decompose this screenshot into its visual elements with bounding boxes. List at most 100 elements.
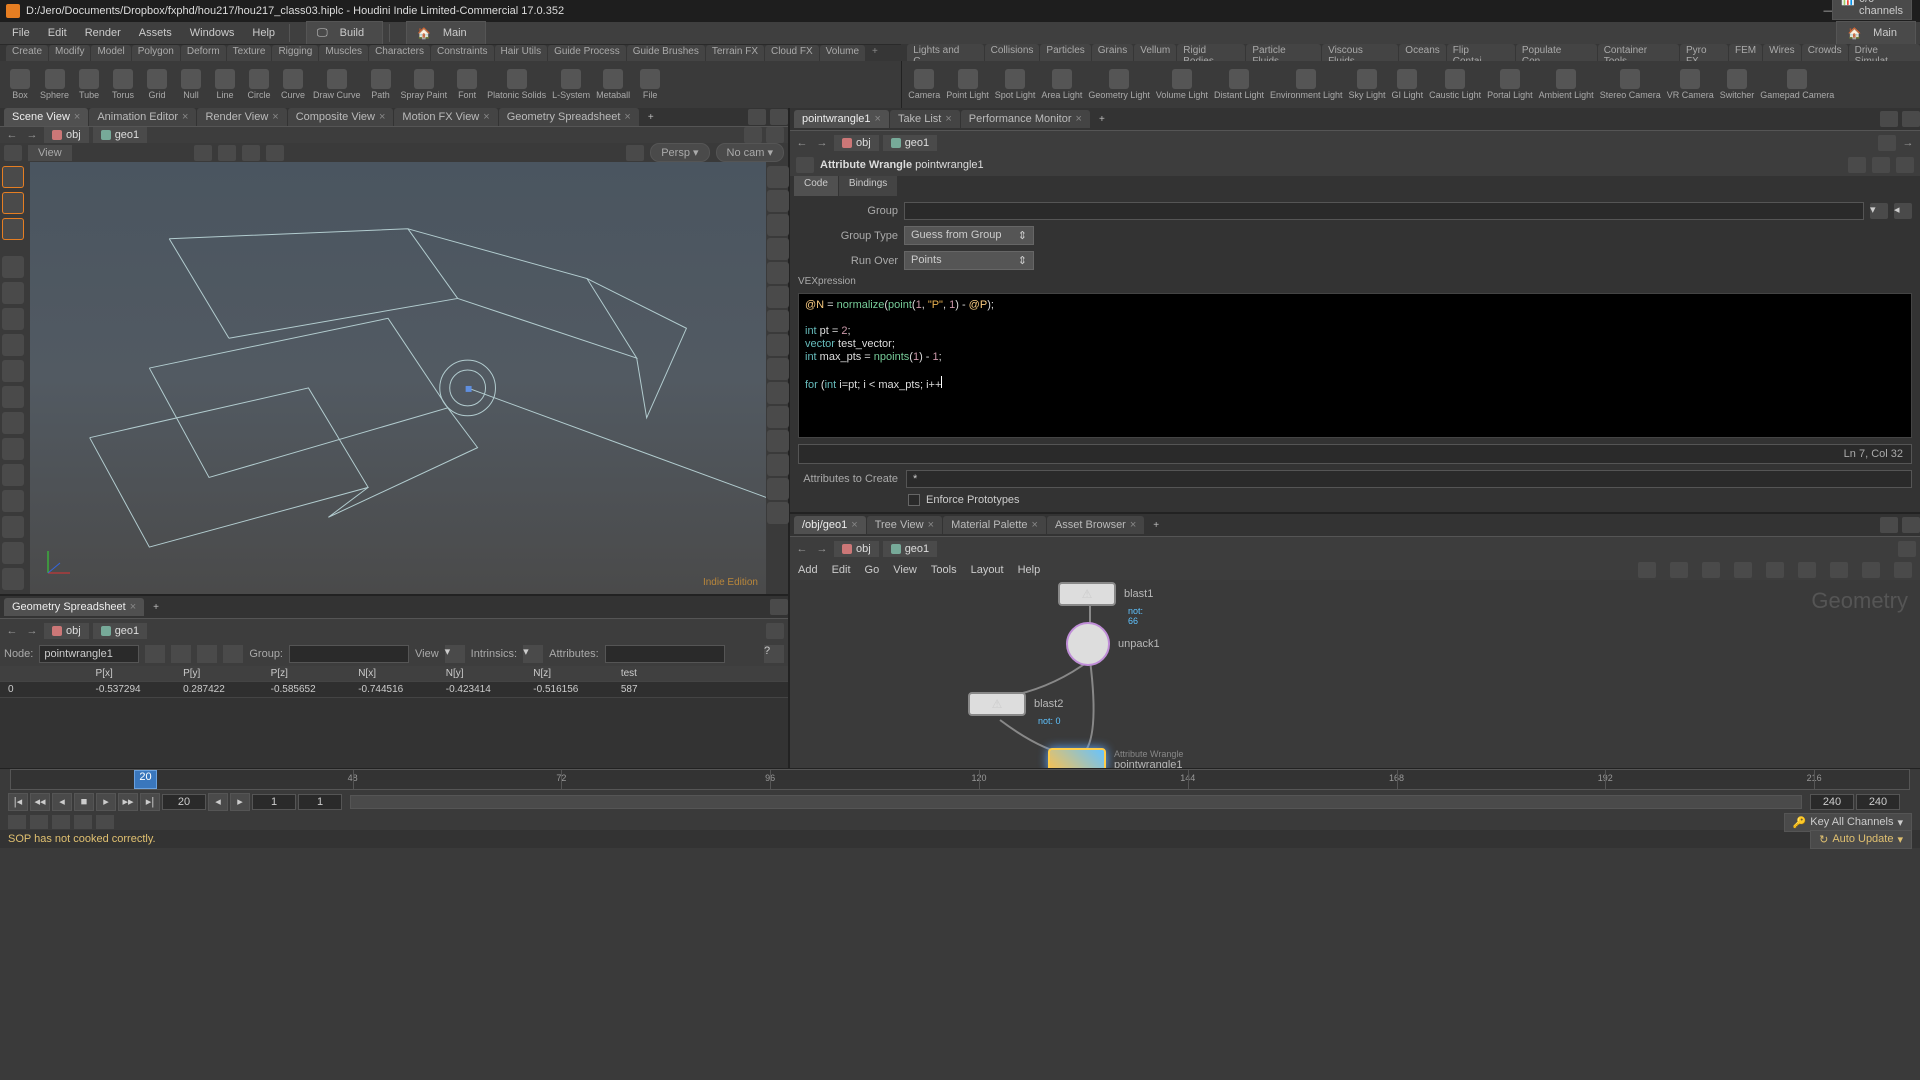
net-menu-add[interactable]: Add [798,564,818,576]
nav-fwd-icon[interactable]: → [814,135,830,151]
select-tool-icon[interactable] [2,218,24,240]
pin-icon[interactable] [766,623,784,639]
play-fwd-icon[interactable]: ▸ [96,793,116,811]
pane-layout-icon[interactable] [748,109,766,125]
net-tool-icon[interactable] [1638,562,1656,578]
tool-spotlight[interactable]: Spot Light [993,67,1038,102]
loop-icon[interactable] [30,815,48,829]
group-reselect-icon[interactable]: ◂ [1894,203,1912,219]
net-menu-tools[interactable]: Tools [931,564,957,576]
handle-icon[interactable] [266,145,284,161]
tool-geolight[interactable]: Geometry Light [1086,67,1152,102]
shelf-tab[interactable]: Pyro FX [1680,44,1728,61]
tab-pointwrangle[interactable]: pointwrangle1× [794,110,889,128]
net-menu-edit[interactable]: Edit [832,564,851,576]
tab-animeditor[interactable]: Animation Editor× [89,108,196,126]
tab-asset[interactable]: Asset Browser× [1047,516,1144,534]
auto-update-dropdown[interactable]: ↻Auto Update▾ [1810,830,1912,849]
node-blast1[interactable]: blast1 not: 66 [1058,582,1153,606]
tab-perfmon[interactable]: Performance Monitor× [961,110,1090,128]
tab-bindings[interactable]: Bindings [839,176,897,196]
menu-edit[interactable]: Edit [40,24,75,42]
shelf-tab[interactable]: Particles [1040,44,1090,61]
tool-gamepad[interactable]: Gamepad Camera [1758,67,1836,102]
tool-metaball[interactable]: Metaball [594,67,632,102]
range-start-inner[interactable] [298,794,342,810]
net-tool-icon[interactable] [1766,562,1784,578]
tool-portal[interactable]: Portal Light [1485,67,1535,102]
settings-icon[interactable] [96,815,114,829]
points-icon[interactable] [145,645,165,663]
handle-icon[interactable] [194,145,212,161]
tool-torus[interactable]: Torus [107,67,139,102]
tool-curve[interactable]: Curve [277,67,309,102]
tool-null[interactable]: Null [175,67,207,102]
col-test[interactable]: test [613,666,701,682]
prims-icon[interactable] [197,645,217,663]
shelf-tab[interactable]: Drive Simulat [1849,44,1920,61]
timeline-ruler[interactable]: 20 487296120144168192216 [10,769,1910,790]
net-menu-help[interactable]: Help [1018,564,1041,576]
tool-circle[interactable]: Circle [243,67,275,102]
gear-icon[interactable] [1848,157,1866,173]
shelf-tab[interactable]: Viscous Fluids [1322,44,1398,61]
node-unpack1[interactable]: unpack1 [1066,622,1160,666]
display-opt-icon[interactable] [767,166,789,188]
tool-stereo[interactable]: Stereo Camera [1598,67,1663,102]
step-fwd-icon[interactable]: ▸▸ [118,793,138,811]
spreadsheet-table[interactable]: P[x] P[y] P[z] N[x] N[y] N[z] test 0 -0.… [0,666,788,768]
menu-file[interactable]: File [4,24,38,42]
net-tool-icon[interactable] [1894,562,1912,578]
tool-font[interactable]: Font [451,67,483,102]
tool-skylight[interactable]: Sky Light [1347,67,1388,102]
pin-icon[interactable] [1898,541,1916,557]
verts-icon[interactable] [171,645,191,663]
col-pz[interactable]: P[z] [263,666,351,682]
net-tool-icon[interactable] [1862,562,1880,578]
display-opt-icon[interactable] [767,454,789,476]
jump-icon[interactable]: → [1900,135,1916,151]
tool-envlight[interactable]: Environment Light [1268,67,1345,102]
tab-sceneview[interactable]: Scene View× [4,108,88,126]
crumb-geo1[interactable]: geo1 [93,623,147,639]
play-back-icon[interactable]: ◂ [52,793,72,811]
nav-back-icon[interactable]: ← [794,541,810,557]
display-opt-icon[interactable] [767,262,789,284]
range-start[interactable] [252,794,296,810]
net-tool-icon[interactable] [1702,562,1720,578]
select-tool-icon[interactable] [2,192,24,214]
grouptype-dropdown[interactable]: Guess from Group⇕ [904,226,1034,245]
menu-render[interactable]: Render [77,24,129,42]
snap-tool-icon[interactable] [2,438,24,460]
nav-fwd-icon[interactable]: → [814,541,830,557]
crumb-obj[interactable]: obj [834,135,879,151]
tab-takelist[interactable]: Take List× [890,110,960,128]
desktop-build[interactable]: 🖵 Build [306,21,383,45]
tab-add[interactable]: + [640,109,662,126]
net-menu-view[interactable]: View [893,564,917,576]
tool-camera[interactable]: Camera [906,67,942,102]
current-frame-input[interactable] [162,794,206,810]
shelf-tab[interactable]: Polygon [132,45,180,61]
display-opt-icon[interactable] [767,286,789,308]
tool-arealight[interactable]: Area Light [1039,67,1084,102]
select-tool-icon[interactable] [2,166,24,188]
net-tool-icon[interactable] [1670,562,1688,578]
next-key-icon[interactable]: ▸ [230,793,250,811]
tool-path[interactable]: Path [365,67,397,102]
menu-help[interactable]: Help [244,24,283,42]
tab-add[interactable]: + [145,599,167,616]
menu-assets[interactable]: Assets [131,24,180,42]
display-opt-icon[interactable] [767,406,789,428]
snapshot-icon[interactable] [2,568,24,590]
help-icon[interactable]: ? [764,645,784,663]
keys-info[interactable]: 📊0 keys, 0/0 channels [1832,0,1912,20]
nav-back-icon[interactable]: ← [4,127,20,143]
display-opt-icon[interactable] [767,358,789,380]
shelf-tab[interactable]: Model [91,45,130,61]
stop-icon[interactable]: ■ [74,793,94,811]
help-icon[interactable] [1872,157,1890,173]
view-label[interactable]: View [28,145,72,161]
display-opt-icon[interactable] [767,238,789,260]
menu-icon[interactable] [1896,157,1914,173]
